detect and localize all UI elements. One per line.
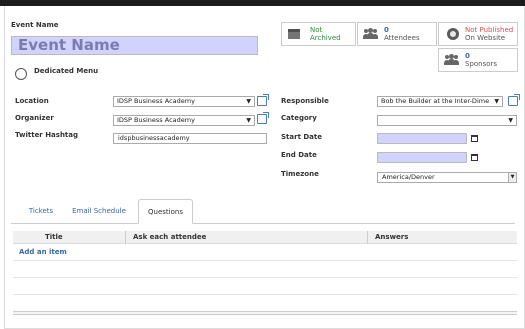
calendar-icon[interactable] (471, 135, 478, 142)
timezone-select[interactable]: America/Denver ▼ (377, 172, 517, 183)
people-icon (363, 28, 379, 39)
external-link-icon[interactable] (257, 94, 269, 106)
tab-email-schedule[interactable]: Email Schedule (67, 199, 131, 224)
add-item-link[interactable]: Add an item (19, 248, 67, 256)
sponsors-button[interactable]: 0 Sponsors (438, 48, 518, 72)
timezone-value: America/Denver (382, 173, 435, 181)
sponsors-count: 0 (465, 52, 470, 60)
calendar-icon[interactable] (471, 154, 478, 161)
sponsors-label: Sponsors (465, 60, 498, 68)
archive-status: Not Archived (309, 26, 341, 42)
location-value: IDSP Business Academy (117, 97, 195, 105)
dedicated-menu-field: Dedicated Menu (15, 61, 98, 80)
start-date-input[interactable] (377, 133, 467, 144)
category-select[interactable]: ▼ (377, 115, 517, 126)
dedicated-menu-checkbox[interactable] (15, 68, 27, 80)
column-divider (125, 231, 126, 244)
end-date-input[interactable] (377, 152, 467, 163)
start-date-label: Start Date (281, 133, 322, 141)
table-row (13, 294, 517, 295)
external-link-icon[interactable] (508, 94, 520, 106)
location-select[interactable]: IDSP Business Academy ▼ (113, 96, 255, 107)
tab-tickets[interactable]: Tickets (21, 199, 61, 224)
publish-status: Not Published (465, 26, 514, 34)
grid-footer (13, 311, 517, 315)
column-answers[interactable]: Answers (375, 233, 408, 241)
responsible-value: Bob the Builder at the Inter-Dime (381, 97, 490, 105)
responsible-label: Responsible (281, 97, 329, 105)
people-icon (444, 54, 460, 65)
publish-button[interactable]: Not Published On Website (438, 22, 518, 46)
archive-button[interactable]: Not Archived (281, 22, 356, 46)
organizer-value: IDSP Business Academy (117, 116, 195, 124)
chevron-down-icon: ▼ (494, 98, 499, 105)
organizer-label: Organizer (15, 114, 54, 122)
column-title[interactable]: Title (45, 233, 63, 241)
questions-grid-header: Title Ask each attendee Answers (13, 231, 517, 244)
column-ask-each-attendee[interactable]: Ask each attendee (133, 233, 206, 241)
timezone-label: Timezone (281, 170, 319, 178)
chevron-down-icon: ▼ (508, 173, 516, 182)
tab-questions[interactable]: Questions (138, 199, 193, 224)
category-label: Category (281, 114, 317, 122)
external-link-icon[interactable] (257, 112, 269, 124)
archive-icon (288, 29, 300, 39)
publish-target: On Website (465, 34, 506, 42)
table-row (13, 277, 517, 278)
column-divider (367, 231, 368, 244)
event-name-label: Event Name (11, 21, 59, 29)
attendees-count: 0 (384, 26, 389, 34)
chevron-down-icon: ▼ (246, 117, 251, 124)
chevron-down-icon: ▼ (246, 98, 251, 105)
globe-icon (447, 28, 459, 40)
event-name-input[interactable]: Event Name (11, 36, 258, 55)
twitter-hashtag-label: Twitter Hashtag (15, 131, 79, 139)
chevron-down-icon: ▼ (508, 117, 513, 124)
organizer-select[interactable]: IDSP Business Academy ▼ (113, 115, 255, 126)
attendees-label: Attendees (384, 34, 420, 42)
responsible-select[interactable]: Bob the Builder at the Inter-Dime ▼ (377, 96, 503, 107)
attendees-button[interactable]: 0 Attendees (357, 22, 437, 46)
twitter-hashtag-input[interactable]: idspbusinessacademy (113, 133, 267, 144)
end-date-label: End Date (281, 151, 317, 159)
location-label: Location (15, 97, 49, 105)
tab-bar: Tickets Email Schedule Questions (11, 199, 515, 224)
dedicated-menu-label: Dedicated Menu (34, 66, 99, 75)
table-row (13, 260, 517, 261)
